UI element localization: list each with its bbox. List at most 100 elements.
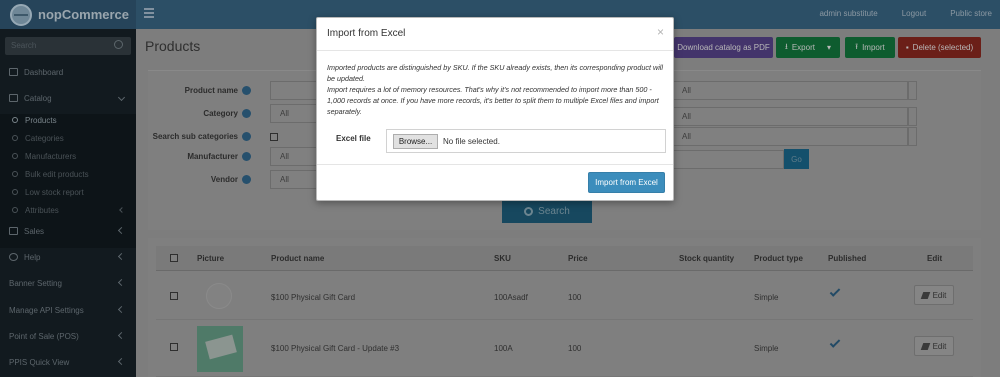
circle-icon bbox=[12, 153, 18, 159]
logout-link[interactable]: Logout bbox=[902, 9, 926, 18]
import-from-excel-button[interactable]: Import from Excel bbox=[588, 172, 665, 193]
column-header-price[interactable]: Price bbox=[568, 254, 588, 263]
edit-button[interactable]: Edit bbox=[914, 285, 954, 305]
download-pdf-button[interactable]: Download catalog as PDF bbox=[674, 37, 773, 58]
public-store-link[interactable]: Public store bbox=[950, 9, 992, 18]
help-icon[interactable] bbox=[242, 132, 251, 141]
book-icon bbox=[9, 94, 18, 102]
sidebar-item-catalog[interactable]: Catalog bbox=[0, 87, 136, 109]
import-note-memory: Import requires a lot of memory resource… bbox=[327, 85, 659, 116]
chevron-left-icon bbox=[117, 357, 126, 366]
product-type-select-value: All bbox=[682, 112, 691, 121]
table-header: Picture Product name SKU Price Stock qua… bbox=[156, 246, 973, 271]
browse-button[interactable]: Browse... bbox=[393, 134, 438, 149]
sidebar-item-ppis-quick-view[interactable]: PPIS Quick View bbox=[0, 351, 136, 373]
import-instructions: Imported products are distinguished by S… bbox=[327, 62, 667, 117]
excel-file-input[interactable]: Browse... No file selected. bbox=[386, 129, 666, 153]
chevron-down-icon[interactable] bbox=[908, 81, 917, 100]
browse-button-label: Browse... bbox=[398, 137, 433, 146]
category-select[interactable]: All bbox=[270, 104, 317, 123]
go-to-sku-input[interactable] bbox=[672, 150, 784, 169]
import-button[interactable]: ⭱ Import bbox=[845, 37, 895, 58]
go-button[interactable]: Go bbox=[784, 149, 809, 169]
sidebar-item-label: Products bbox=[25, 115, 57, 125]
sidebar-item-bulk-edit[interactable]: Bulk edit products bbox=[0, 165, 136, 183]
chevron-left-icon bbox=[117, 252, 126, 261]
modal-title: Import from Excel bbox=[327, 28, 406, 39]
table-row: $100 Physical Gift Card - Update #3 100A… bbox=[156, 321, 973, 377]
export-button[interactable]: ⭳ Export ▾ bbox=[776, 37, 840, 58]
download-icon: ⭳ bbox=[785, 41, 788, 51]
column-header-product-type[interactable]: Product type bbox=[754, 254, 803, 263]
product-name-cell: $100 Physical Gift Card bbox=[271, 293, 356, 302]
search-button[interactable]: Search bbox=[502, 200, 592, 223]
circle-icon bbox=[12, 117, 18, 123]
product-thumbnail[interactable] bbox=[206, 283, 232, 309]
chevron-down-icon[interactable] bbox=[908, 127, 917, 146]
product-name-input[interactable] bbox=[270, 81, 317, 100]
sidebar-search-placeholder: Search bbox=[11, 41, 37, 50]
manufacturer-select-value: All bbox=[280, 152, 289, 161]
sku-cell: 100A bbox=[494, 344, 513, 353]
sidebar-item-categories[interactable]: Categories bbox=[0, 129, 136, 147]
sidebar-item-products[interactable]: Products bbox=[0, 111, 136, 129]
help-icon[interactable] bbox=[242, 175, 251, 184]
upload-icon: ⭱ bbox=[855, 41, 859, 51]
product-name-label: Product name bbox=[185, 86, 251, 95]
sidebar-item-label: Attributes bbox=[25, 205, 59, 215]
product-thumbnail[interactable] bbox=[197, 326, 243, 372]
products-table: Picture Product name SKU Price Stock qua… bbox=[148, 238, 981, 377]
column-header-product-name[interactable]: Product name bbox=[271, 254, 324, 263]
brand-logo[interactable]: nopCommerce bbox=[0, 0, 136, 29]
delete-selected-button[interactable]: ▪ Delete (selected) bbox=[898, 37, 981, 58]
manufacturer-select[interactable]: All bbox=[270, 147, 317, 166]
price-cell: 100 bbox=[568, 344, 582, 353]
product-type-select[interactable]: All bbox=[672, 107, 908, 126]
product-name-label-text: Product name bbox=[184, 86, 238, 95]
chevron-down-icon[interactable] bbox=[908, 107, 917, 126]
column-header-stock-quantity[interactable]: Stock quantity bbox=[679, 254, 734, 263]
export-label: Export bbox=[791, 43, 815, 52]
row-checkbox[interactable] bbox=[170, 292, 178, 300]
sidebar-item-label: Bulk edit products bbox=[25, 169, 89, 179]
pencil-icon bbox=[920, 342, 930, 350]
help-icon[interactable] bbox=[242, 109, 251, 118]
sidebar-item-attributes[interactable]: Attributes bbox=[0, 201, 136, 219]
column-header-edit[interactable]: Edit bbox=[927, 254, 942, 263]
sidebar-item-pos[interactable]: Point of Sale (POS) bbox=[0, 325, 136, 347]
desktop-icon bbox=[9, 68, 18, 76]
sidebar-search-input[interactable]: Search bbox=[5, 37, 131, 55]
row-checkbox[interactable] bbox=[170, 343, 178, 351]
search-sub-categories-checkbox[interactable] bbox=[270, 133, 278, 141]
delete-selected-label: Delete (selected) bbox=[912, 43, 974, 52]
pencil-icon bbox=[920, 291, 930, 299]
top-links: admin substitute Logout Public store bbox=[819, 9, 992, 18]
sidebar-item-help[interactable]: Help bbox=[0, 246, 136, 268]
column-header-published[interactable]: Published bbox=[828, 254, 866, 263]
select-all-checkbox[interactable] bbox=[170, 254, 178, 262]
column-header-sku[interactable]: SKU bbox=[494, 254, 511, 263]
chevron-left-icon bbox=[117, 331, 126, 340]
caret-down-icon[interactable]: ▾ bbox=[827, 43, 831, 52]
close-icon[interactable]: × bbox=[657, 26, 664, 38]
table-row: $100 Physical Gift Card 100Asadf 100 Sim… bbox=[156, 272, 973, 320]
sidebar-item-api-settings[interactable]: Manage API Settings bbox=[0, 299, 136, 321]
sidebar-item-label: Categories bbox=[25, 133, 64, 143]
published-select[interactable]: All bbox=[672, 127, 908, 146]
help-icon[interactable] bbox=[242, 86, 251, 95]
edit-button[interactable]: Edit bbox=[914, 336, 954, 356]
user-name-link[interactable]: admin substitute bbox=[819, 9, 877, 18]
column-header-picture[interactable]: Picture bbox=[197, 254, 224, 263]
sidebar-item-label: Point of Sale (POS) bbox=[9, 331, 79, 341]
sidebar-item-banner-setting[interactable]: Banner Setting bbox=[0, 272, 136, 294]
sidebar-item-label: Dashboard bbox=[24, 67, 64, 77]
help-icon[interactable] bbox=[242, 152, 251, 161]
sidebar-item-sales[interactable]: Sales bbox=[0, 220, 136, 242]
sidebar-item-manufacturers[interactable]: Manufacturers bbox=[0, 147, 136, 165]
sidebar-item-dashboard[interactable]: Dashboard bbox=[0, 61, 136, 83]
sidebar-item-low-stock[interactable]: Low stock report bbox=[0, 183, 136, 201]
search-icon[interactable] bbox=[114, 40, 123, 49]
warehouse-select[interactable]: All bbox=[672, 81, 908, 100]
menu-toggle-icon[interactable] bbox=[144, 8, 154, 18]
vendor-select[interactable]: All bbox=[270, 170, 317, 189]
